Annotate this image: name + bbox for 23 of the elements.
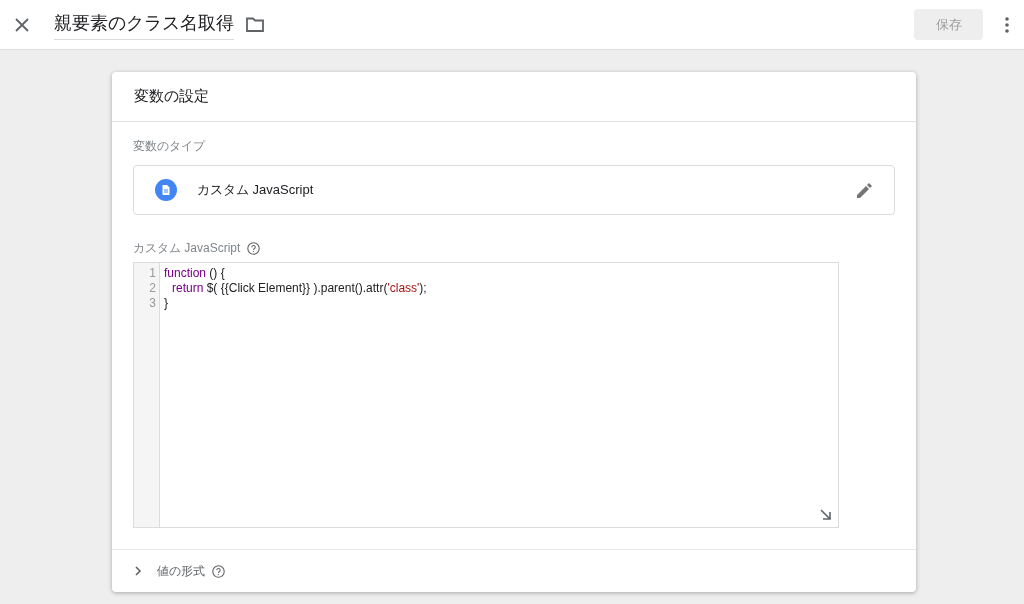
card-title: 変数の設定 [134, 86, 209, 107]
code-line: return $( {{Click Element}} ).parent().attr('class'); [171, 281, 427, 296]
line-number: 3 [148, 296, 157, 311]
document-icon [155, 179, 177, 201]
help-icon[interactable] [212, 564, 225, 578]
close-icon[interactable] [15, 17, 29, 32]
chevron-icon[interactable] [134, 566, 142, 576]
section-toggle[interactable]: 値の形式 [157, 562, 205, 580]
code-line: function () { [164, 266, 226, 281]
variable-type-card[interactable]: カスタム JavaScript [133, 165, 895, 215]
code-line: } [164, 296, 169, 311]
field-label: カスタム JavaScript [133, 240, 241, 257]
line-number: 2 [148, 281, 157, 296]
folder-icon[interactable] [246, 17, 264, 32]
edit-icon[interactable] [856, 181, 873, 199]
title-field[interactable]: 親要素のクラス名取得 [54, 9, 234, 40]
variable-type-name: カスタム JavaScript [197, 181, 314, 200]
line-number: 1 [148, 266, 157, 281]
help-icon[interactable] [247, 241, 261, 255]
more-menu-icon[interactable] [1005, 16, 1009, 33]
code-editor[interactable]: 1 2 3 function () { return $( {{Click Element}} ).parent().attr('class'); } [133, 262, 839, 528]
section-label: 変数のタイプ [133, 138, 207, 155]
resize-handle-icon[interactable] [820, 509, 831, 520]
